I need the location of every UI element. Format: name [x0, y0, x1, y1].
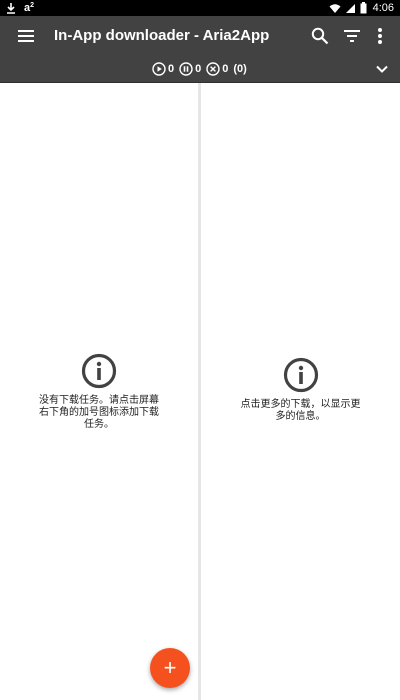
download-arrow-icon: [7, 3, 15, 14]
download-counters: 0 0 0 (0): [152, 56, 247, 82]
info-icon: [81, 353, 117, 389]
active-counter[interactable]: 0: [152, 62, 174, 76]
error-extra-count: (0): [233, 63, 247, 75]
status-glyph-sup: 2: [30, 2, 35, 9]
play-circle-icon: [152, 62, 166, 76]
battery-icon: [360, 2, 367, 14]
download-details-panel: 点击更多的下载，以显示更多的信息。: [201, 83, 400, 700]
status-bar: a2 4:06: [0, 0, 400, 16]
search-icon[interactable]: [308, 24, 332, 48]
chevron-down-icon[interactable]: [372, 59, 392, 79]
error-count: 0: [222, 63, 229, 75]
app-bar: In-App downloader - Aria2App: [0, 16, 400, 56]
add-download-button[interactable]: +: [150, 648, 190, 688]
menu-icon[interactable]: [14, 24, 38, 48]
error-circle-icon: [206, 62, 220, 76]
more-vert-icon[interactable]: [368, 24, 392, 48]
error-counter[interactable]: 0 (0): [206, 62, 247, 76]
paused-count: 0: [195, 63, 202, 75]
paused-counter[interactable]: 0: [179, 62, 201, 76]
pause-circle-icon: [179, 62, 193, 76]
downloads-summary-bar: 0 0 0 (0): [0, 56, 400, 83]
status-glyph: a2: [24, 1, 34, 15]
status-right: 4:06: [329, 1, 394, 15]
wifi-icon: [329, 3, 341, 13]
empty-message-right: 点击更多的下载，以显示更多的信息。: [240, 399, 361, 422]
empty-message-left: 没有下载任务。请点击屏幕右下角的加号图标添加下载任务。: [39, 395, 159, 430]
empty-state-right: 点击更多的下载，以显示更多的信息。: [201, 357, 400, 423]
cell-signal-icon: [345, 3, 355, 13]
downloads-list-panel: 没有下载任务。请点击屏幕右下角的加号图标添加下载任务。: [0, 83, 198, 700]
status-time: 4:06: [372, 2, 394, 14]
active-count: 0: [168, 63, 175, 75]
app-title: In-App downloader - Aria2App: [54, 27, 270, 44]
empty-state-left: 没有下载任务。请点击屏幕右下角的加号图标添加下载任务。: [0, 353, 198, 431]
filter-icon[interactable]: [340, 24, 364, 48]
info-icon: [283, 357, 318, 393]
status-left: a2: [6, 1, 34, 15]
